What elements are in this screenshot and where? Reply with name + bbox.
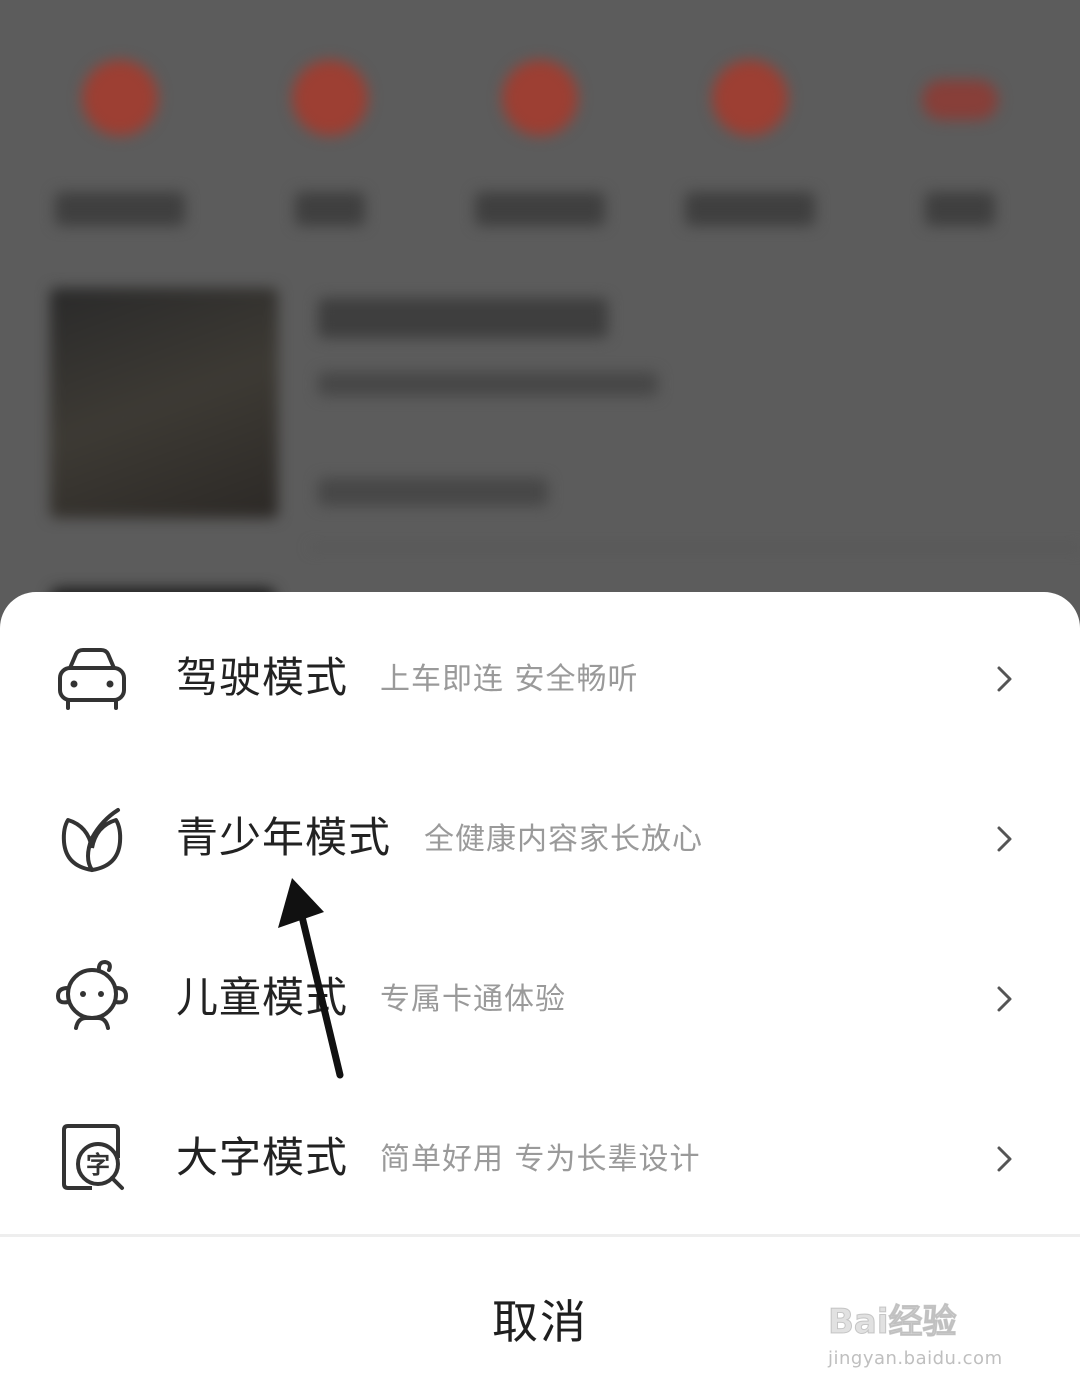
large-text-icon: 字	[62, 1124, 124, 1190]
background-shortcut	[660, 40, 840, 230]
leaf-icon	[61, 808, 123, 872]
background-shortcut-label	[685, 192, 815, 226]
background-shortcut	[240, 40, 420, 230]
app-shortcut-icon	[292, 60, 368, 136]
background-divider	[310, 546, 1080, 549]
background-card-subtitle	[318, 372, 658, 396]
background-shortcut-label	[475, 192, 605, 226]
driving-mode-row[interactable]: 驾驶模式 上车即连 安全畅听	[0, 596, 1080, 756]
chevron-right-icon	[997, 1146, 1012, 1172]
background-shortcut-row	[30, 40, 1050, 230]
app-shortcut-icon	[712, 60, 788, 136]
mode-title: 驾驶模式	[176, 653, 349, 702]
annotation-arrow-icon	[278, 878, 344, 1079]
watermark-brand: Bai经验	[828, 1302, 958, 1343]
watermark-url: jingyan.baidu.com	[828, 1348, 1003, 1369]
background-shortcut	[870, 40, 1050, 230]
mode-title: 大字模式	[176, 1133, 349, 1182]
background-shortcut	[450, 40, 630, 230]
child-face-icon	[55, 959, 129, 1030]
background-shortcut-label	[55, 192, 185, 226]
teen-mode-row[interactable]: 青少年模式 全健康内容家长放心	[0, 756, 1080, 916]
kids-mode-row[interactable]: 儿童模式 专属卡通体验	[0, 916, 1080, 1076]
chevron-right-icon	[997, 666, 1012, 692]
mode-subtitle: 专属卡通体验	[380, 982, 566, 1017]
mode-subtitle: 简单好用 专为长辈设计	[380, 1142, 701, 1177]
background-shortcut-label	[295, 192, 365, 226]
app-shortcut-icon	[922, 80, 998, 120]
background-shortcut	[30, 40, 210, 230]
background-shortcut-label	[925, 192, 995, 226]
mode-subtitle: 上车即连 安全畅听	[380, 662, 639, 697]
mode-title: 青少年模式	[176, 813, 392, 862]
screen: 驾驶模式 上车即连 安全畅听 青少年模式 全健康内容家长放心 儿童模式 专属卡通…	[0, 0, 1080, 1400]
app-shortcut-icon	[502, 60, 578, 136]
app-shortcut-icon	[82, 60, 158, 136]
chevron-right-icon	[997, 986, 1012, 1012]
car-icon	[58, 648, 126, 710]
chevron-right-icon	[997, 826, 1012, 852]
cancel-label: 取消	[492, 1294, 588, 1349]
baidu-jingyan-watermark: Bai经验 jingyan.baidu.com	[828, 1278, 1028, 1378]
large-text-mode-row[interactable]: 字 大字模式 简单好用 专为长辈设计	[0, 1076, 1080, 1236]
svg-text:字: 字	[86, 1151, 110, 1179]
background-card-meta	[318, 478, 548, 506]
mode-subtitle: 全健康内容家长放心	[424, 822, 703, 857]
background-card-thumbnail	[50, 288, 278, 518]
background-card-title	[318, 298, 608, 338]
